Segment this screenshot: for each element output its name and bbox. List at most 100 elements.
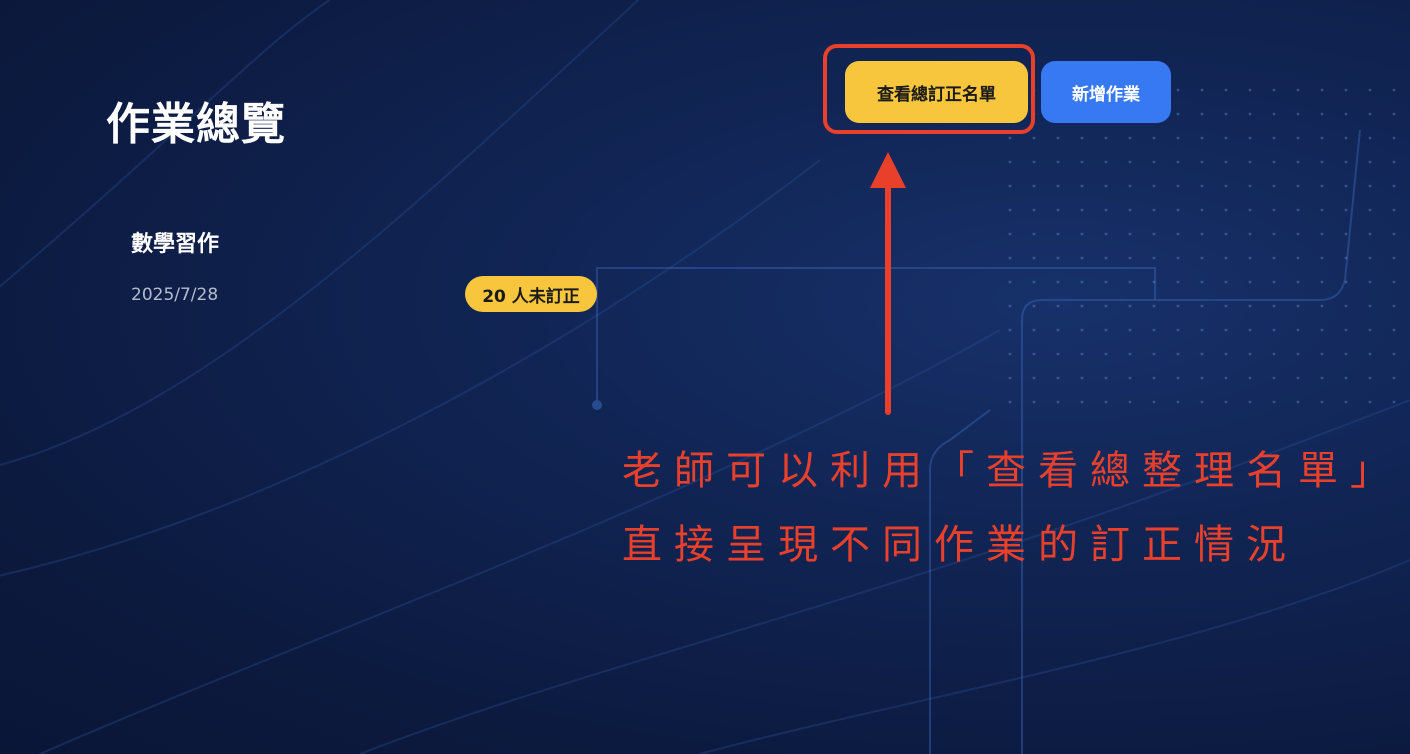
background-dot bbox=[1368, 376, 1372, 380]
background-dot bbox=[1200, 328, 1204, 332]
background-dot bbox=[1128, 160, 1132, 164]
background-dot bbox=[1392, 304, 1396, 308]
background-dot bbox=[1368, 280, 1372, 284]
background-dot bbox=[1008, 280, 1012, 284]
background-dot bbox=[1224, 112, 1228, 116]
background-dot bbox=[1008, 160, 1012, 164]
background-dot bbox=[1104, 328, 1108, 332]
background-dot bbox=[1032, 328, 1036, 332]
background-dot bbox=[1320, 184, 1324, 188]
background-dot bbox=[1056, 352, 1060, 356]
background-dot bbox=[1152, 400, 1156, 404]
background-dot bbox=[1056, 160, 1060, 164]
background-dot bbox=[1248, 136, 1252, 140]
background-dot bbox=[1200, 280, 1204, 284]
background-dot bbox=[1224, 208, 1228, 212]
background-dot bbox=[1224, 304, 1228, 308]
background-dot bbox=[1056, 232, 1060, 236]
background-dot bbox=[1176, 136, 1180, 140]
background-dot bbox=[1368, 304, 1372, 308]
background-dot bbox=[1392, 280, 1396, 284]
background-dot bbox=[1248, 304, 1252, 308]
background-dot bbox=[1104, 304, 1108, 308]
background-dot bbox=[1008, 352, 1012, 356]
background-dot bbox=[1008, 136, 1012, 140]
page-title: 作業總覽 bbox=[106, 99, 286, 151]
background-dot bbox=[1248, 232, 1252, 236]
background-dot bbox=[1128, 136, 1132, 140]
background-dot bbox=[1224, 88, 1228, 92]
background-dot bbox=[1200, 400, 1204, 404]
background-dot bbox=[1056, 304, 1060, 308]
background-dot bbox=[1056, 184, 1060, 188]
background-dot bbox=[1176, 304, 1180, 308]
background-dot bbox=[1128, 400, 1132, 404]
background-dot bbox=[1080, 160, 1084, 164]
background-dot bbox=[1368, 352, 1372, 356]
background-dot bbox=[1248, 400, 1252, 404]
background-dot bbox=[1152, 376, 1156, 380]
background-dot bbox=[1392, 376, 1396, 380]
background-dot bbox=[1272, 328, 1276, 332]
background-dot bbox=[1176, 232, 1180, 236]
background-dot bbox=[1032, 160, 1036, 164]
background-dot bbox=[1152, 328, 1156, 332]
background-dot bbox=[1176, 352, 1180, 356]
add-assignment-button[interactable]: 新增作業 bbox=[1041, 61, 1171, 123]
background-dot bbox=[1128, 328, 1132, 332]
background-dot bbox=[1152, 256, 1156, 260]
background-dot bbox=[1176, 160, 1180, 164]
background-dot bbox=[1224, 400, 1228, 404]
background-dot bbox=[1152, 352, 1156, 356]
background-dot bbox=[1272, 256, 1276, 260]
background-dot bbox=[1272, 352, 1276, 356]
background-dot bbox=[1368, 112, 1372, 116]
background-dot bbox=[1368, 136, 1372, 140]
background-dot bbox=[1368, 160, 1372, 164]
background-dot bbox=[1272, 136, 1276, 140]
background-dot bbox=[1296, 232, 1300, 236]
background-dot bbox=[1224, 184, 1228, 188]
background-dot bbox=[1128, 232, 1132, 236]
background-dot bbox=[1320, 160, 1324, 164]
background-dot bbox=[1248, 184, 1252, 188]
background-dot bbox=[1104, 136, 1108, 140]
background-dot bbox=[1248, 352, 1252, 356]
background-dot bbox=[1056, 376, 1060, 380]
annotation-text-line-2: 直接呈現不同作業的訂正情況 bbox=[622, 522, 1298, 568]
background-dot bbox=[1056, 280, 1060, 284]
background-dot bbox=[1104, 160, 1108, 164]
background-dot bbox=[1368, 400, 1372, 404]
background-dot bbox=[1152, 280, 1156, 284]
background-dot bbox=[1056, 208, 1060, 212]
background-dot bbox=[1128, 352, 1132, 356]
background-dot bbox=[1128, 208, 1132, 212]
background-dot bbox=[1320, 232, 1324, 236]
background-dot bbox=[1296, 160, 1300, 164]
background-dot bbox=[1032, 400, 1036, 404]
background-dot bbox=[1128, 280, 1132, 284]
background-dot bbox=[1320, 280, 1324, 284]
background-dot bbox=[1296, 256, 1300, 260]
background-dot bbox=[1344, 136, 1348, 140]
background-dot bbox=[1008, 208, 1012, 212]
background-dot bbox=[1056, 256, 1060, 260]
background-dot bbox=[1272, 184, 1276, 188]
background-dot bbox=[1344, 376, 1348, 380]
background-dot bbox=[1272, 232, 1276, 236]
background-dot bbox=[1320, 304, 1324, 308]
background-dot bbox=[1320, 328, 1324, 332]
background-dot bbox=[1152, 208, 1156, 212]
background-dot bbox=[1128, 184, 1132, 188]
background-dot bbox=[1296, 376, 1300, 380]
background-dot bbox=[1392, 88, 1396, 92]
background-dot bbox=[1032, 184, 1036, 188]
background-dot bbox=[1080, 400, 1084, 404]
background-dot bbox=[1296, 136, 1300, 140]
background-dot bbox=[1248, 376, 1252, 380]
annotation-text-line-1: 老師可以利用「查看總整理名單」 bbox=[622, 448, 1402, 494]
background-dot bbox=[1344, 304, 1348, 308]
background-dot bbox=[1200, 160, 1204, 164]
background-dot bbox=[1248, 256, 1252, 260]
background-dot bbox=[1128, 304, 1132, 308]
